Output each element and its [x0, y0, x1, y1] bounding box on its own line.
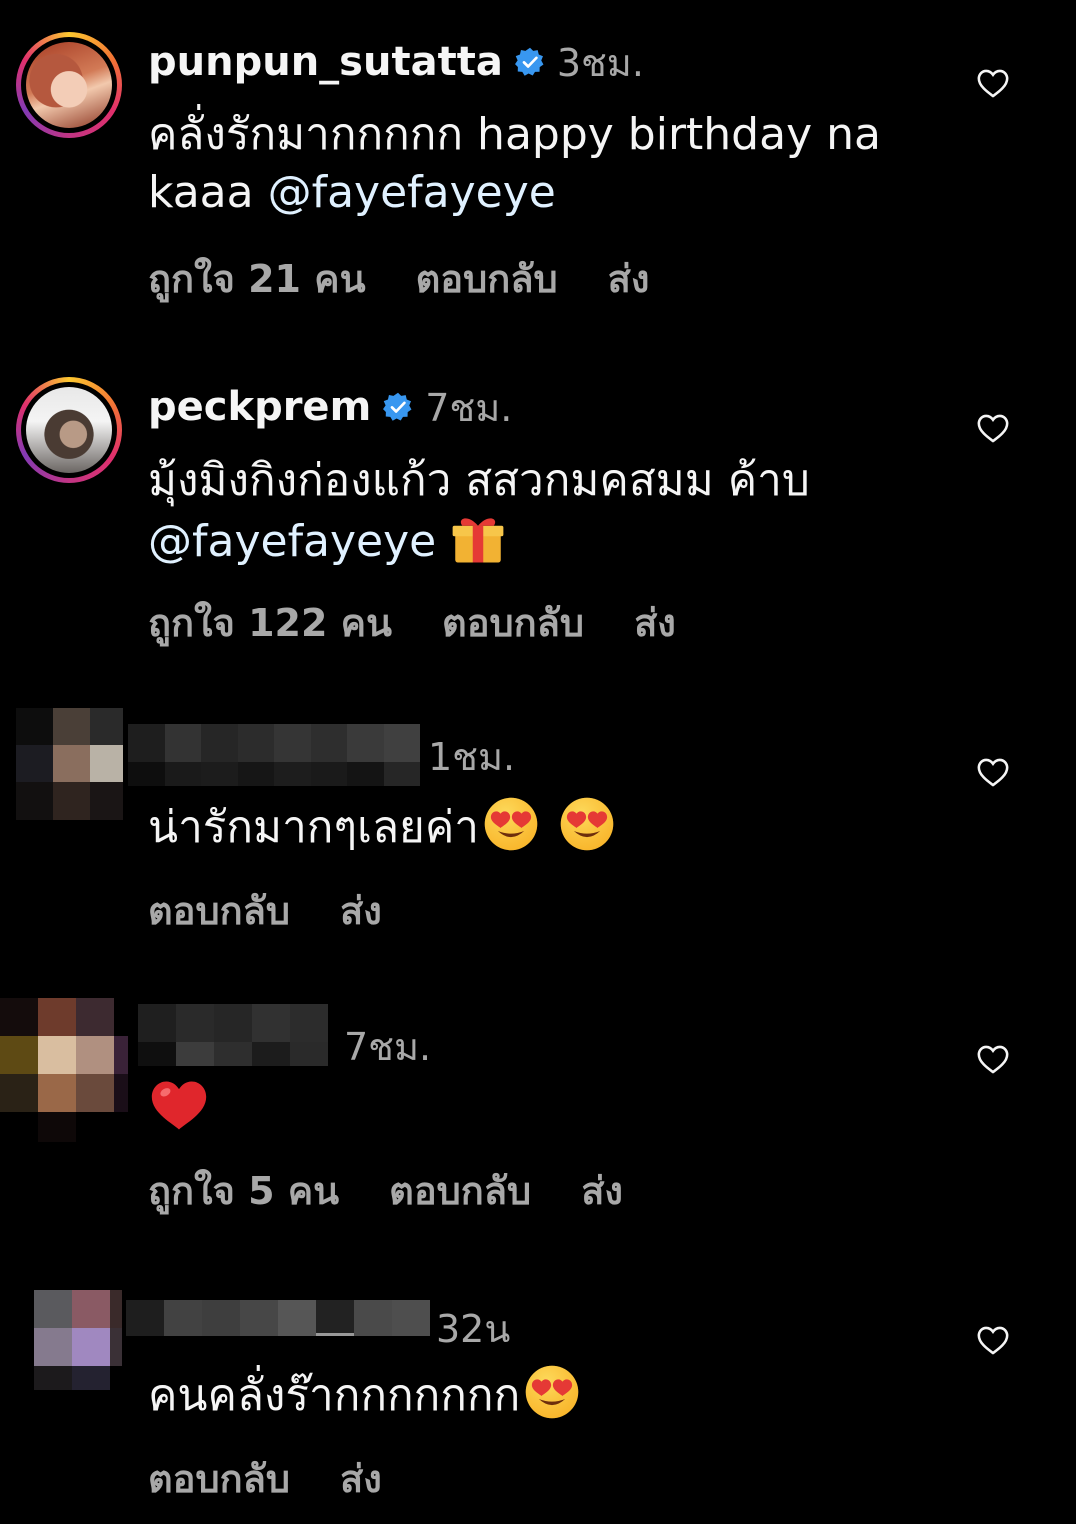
reply-button[interactable]: ตอบกลับ	[416, 248, 558, 309]
heart-eyes-emoji-icon	[559, 796, 615, 852]
like-heart-icon[interactable]	[975, 411, 1011, 445]
send-button[interactable]: ส่ง	[608, 248, 650, 309]
like-heart-icon[interactable]	[975, 1323, 1011, 1357]
likes-count[interactable]: ถูกใจ 122 คน	[148, 592, 392, 653]
avatar-pixelated[interactable]	[34, 1290, 122, 1390]
likes-count[interactable]: ถูกใจ 5 คน	[148, 1160, 339, 1221]
avatar[interactable]	[16, 377, 122, 483]
username-pixelated[interactable]	[126, 1300, 430, 1336]
send-button[interactable]: ส่ง	[340, 1448, 382, 1509]
like-heart-icon[interactable]	[975, 1042, 1011, 1076]
comment-text: คนคลั่งร๊ากกกกกกก	[148, 1364, 948, 1425]
timestamp: 1ชม.	[428, 735, 516, 779]
username-pixelated[interactable]	[138, 1004, 328, 1066]
send-button[interactable]: ส่ง	[340, 880, 382, 941]
likes-count[interactable]: ถูกใจ 21 คน	[148, 248, 366, 309]
avatar-photo	[26, 387, 112, 473]
username[interactable]: punpun_sutatta	[148, 39, 503, 85]
comment-text: มุ้งมิงกิงก่องแก้ว สสวกมคสมม ค้าบ @fayefa…	[148, 455, 810, 567]
timestamp: 32น	[436, 1307, 511, 1351]
mention-link[interactable]: @fayefayeye	[268, 167, 556, 218]
mention-link[interactable]: @fayefayeye	[148, 516, 436, 567]
verified-badge-icon	[383, 392, 413, 422]
username[interactable]: peckprem	[148, 384, 371, 430]
send-button[interactable]: ส่ง	[581, 1160, 623, 1221]
avatar[interactable]	[16, 32, 122, 138]
comment-text	[148, 1074, 948, 1134]
comment-text: คลั่งรักมากกกกก happy birthday na kaaa @…	[148, 109, 881, 218]
reply-button[interactable]: ตอบกลับ	[148, 880, 290, 941]
heart-eyes-emoji-icon	[483, 796, 539, 852]
send-button[interactable]: ส่ง	[634, 592, 676, 653]
timestamp: 7ชม.	[425, 385, 513, 430]
gift-emoji-icon	[450, 510, 506, 566]
red-heart-emoji-icon	[150, 1076, 208, 1134]
avatar-pixelated[interactable]	[0, 998, 128, 1142]
like-heart-icon[interactable]	[975, 66, 1011, 100]
reply-button[interactable]: ตอบกลับ	[442, 592, 584, 653]
comment-text: น่ารักมากๆเลยค่า	[148, 796, 948, 857]
reply-button[interactable]: ตอบกลับ	[148, 1448, 290, 1509]
timestamp: 3ชม.	[556, 40, 644, 85]
timestamp: 7ชม.	[344, 1025, 432, 1069]
heart-eyes-emoji-icon	[524, 1364, 580, 1420]
avatar-pixelated[interactable]	[16, 708, 123, 820]
username-pixelated[interactable]	[128, 724, 420, 786]
verified-badge-icon	[515, 47, 545, 77]
like-heart-icon[interactable]	[975, 755, 1011, 789]
reply-button[interactable]: ตอบกลับ	[389, 1160, 531, 1221]
avatar-photo	[26, 42, 112, 128]
